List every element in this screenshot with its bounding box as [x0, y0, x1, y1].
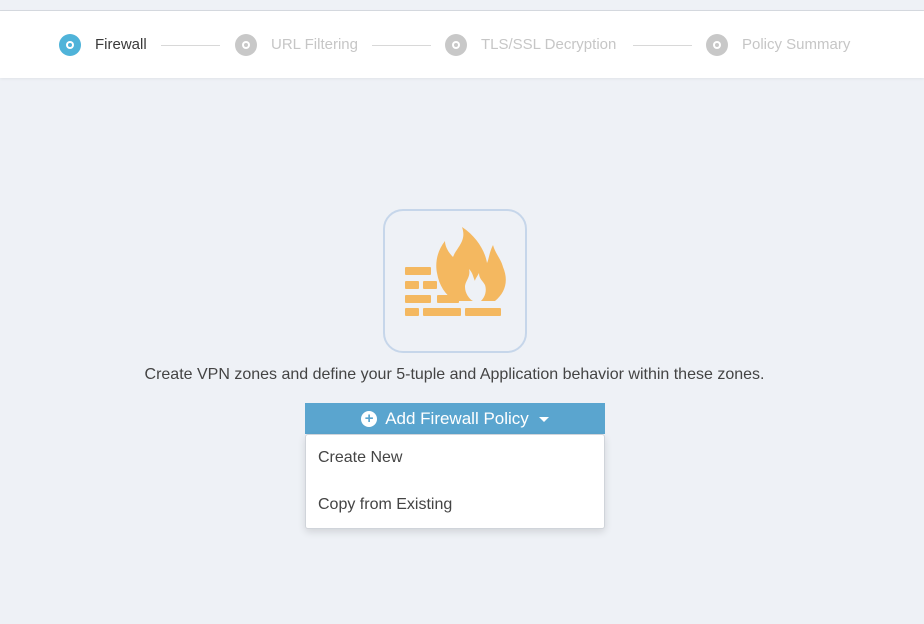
step-url-filtering[interactable]: URL Filtering: [235, 11, 358, 78]
empty-state-description: Create VPN zones and define your 5-tuple…: [144, 366, 765, 383]
step-dot-icon: [235, 33, 257, 56]
step-active-dot-icon: [59, 33, 81, 56]
step-connector: [161, 45, 220, 46]
step-dot-icon: [445, 33, 467, 56]
step-label: Policy Summary: [742, 36, 851, 53]
step-label: TLS/SSL Decryption: [481, 36, 617, 53]
step-dot-icon: [706, 33, 728, 56]
step-label: URL Filtering: [271, 36, 358, 53]
firewall-icon: [405, 227, 506, 316]
menu-item-create-new[interactable]: Create New: [306, 435, 604, 481]
caret-down-icon: [538, 417, 549, 422]
step-connector: [372, 45, 431, 46]
menu-item-label: Copy from Existing: [318, 496, 453, 513]
add-firewall-policy-button[interactable]: + Add Firewall Policy: [305, 403, 605, 434]
menu-item-label: Create New: [318, 449, 403, 466]
step-firewall[interactable]: Firewall: [59, 11, 147, 78]
step-label: Firewall: [95, 36, 147, 53]
add-policy-dropdown-menu: Create New Copy from Existing: [305, 434, 605, 529]
add-button-label: Add Firewall Policy: [385, 408, 529, 428]
step-tls-ssl-decryption[interactable]: TLS/SSL Decryption: [445, 11, 616, 78]
step-policy-summary[interactable]: Policy Summary: [706, 11, 850, 78]
firewall-illustration: [383, 209, 527, 353]
plus-circle-icon: +: [361, 410, 378, 427]
menu-item-copy-from-existing[interactable]: Copy from Existing: [306, 482, 604, 528]
step-connector: [633, 45, 692, 46]
wizard-stepper: Firewall URL Filtering TLS/SSL Decryptio…: [0, 11, 924, 78]
